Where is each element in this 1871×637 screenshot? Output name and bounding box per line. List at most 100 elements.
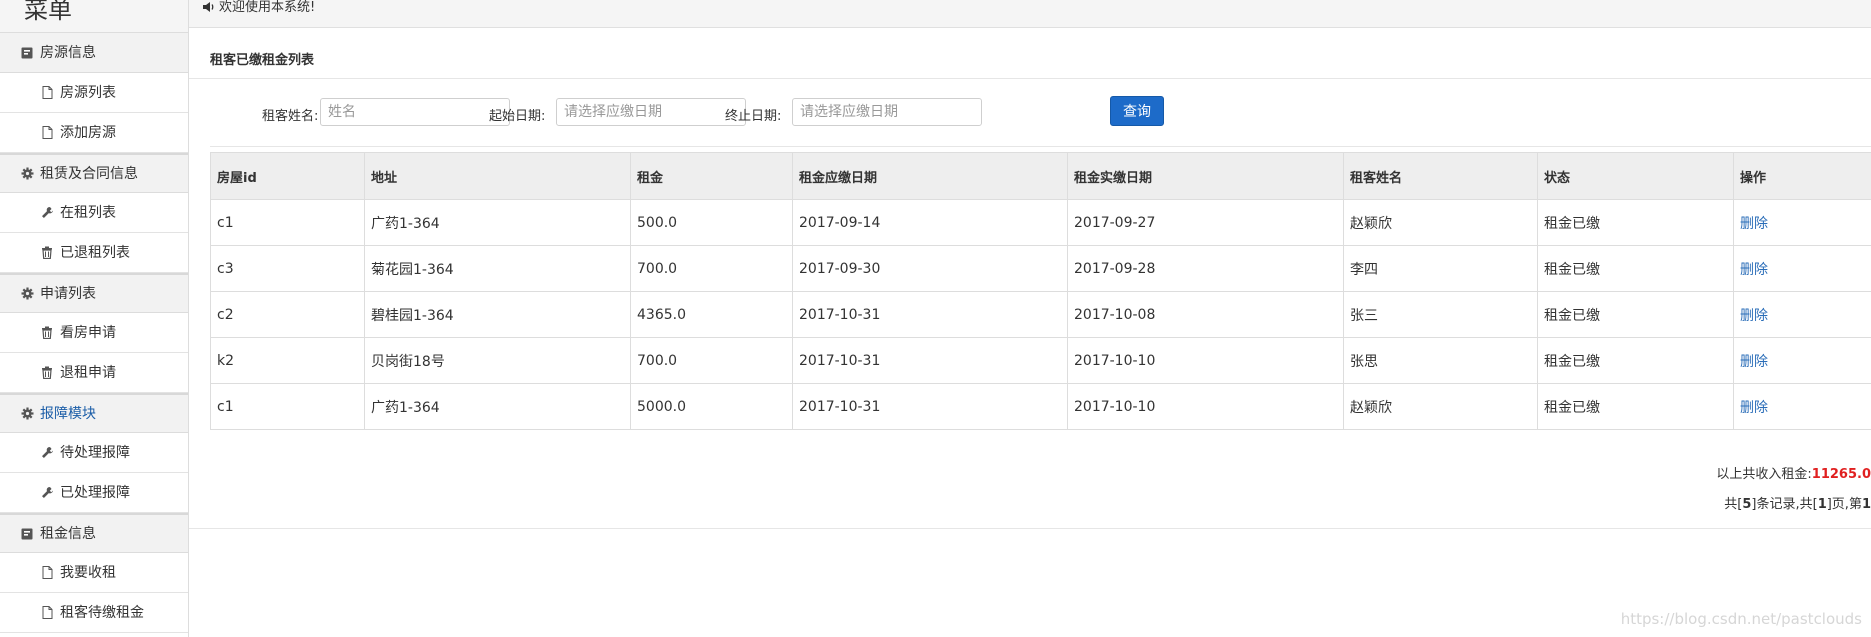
sidebar-item-label: 租客待缴租金 [60, 604, 144, 621]
sidebar-item[interactable]: 已退租列表 [0, 233, 188, 273]
table-cell: 删除 [1733, 291, 1871, 338]
sidebar-section-2[interactable]: 申请列表 [0, 273, 188, 313]
table-cell: 删除 [1733, 337, 1871, 384]
table-cell: 租金已缴 [1537, 383, 1734, 430]
sidebar-item[interactable]: 房源列表 [0, 73, 188, 113]
table-cell: 广药1-364 [364, 383, 631, 430]
divider [189, 528, 1871, 529]
menu-title: 菜单 [0, 0, 188, 33]
trash-icon [40, 366, 54, 380]
name-label: 租客姓名: [262, 109, 319, 124]
total-income: 以上共收入租金:11265.0 [1716, 463, 1871, 482]
table-cell: c1 [210, 383, 365, 430]
start-date-input[interactable] [556, 98, 746, 126]
watermark: https://blog.csdn.net/pastclouds [1620, 610, 1862, 628]
table-body: c1 广药1-364 500.0 2017-09-14 2017-09-27 赵颖欣 租金已… [210, 199, 1871, 430]
pager-text: 共[ [1724, 497, 1743, 512]
sidebar-section-label: 报障模块 [40, 405, 96, 422]
column-header: 状态 [1537, 152, 1734, 200]
sidebar-item[interactable]: 待处理报障 [0, 433, 188, 473]
sidebar-section-0[interactable]: 房源信息 [0, 33, 188, 73]
table-cell: 2017-10-08 [1067, 291, 1344, 338]
table-row: k2 贝岗街18号 700.0 2017-10-31 2017-10-10 张思 租金已缴删… [210, 337, 1871, 384]
sidebar-item-label: 在租列表 [60, 204, 116, 221]
column-header: 租金应缴日期 [792, 152, 1068, 200]
table-cell: 2017-09-28 [1067, 245, 1344, 292]
sidebar-section-label: 租赁及合同信息 [40, 165, 138, 182]
delete-link[interactable]: 删除 [1740, 400, 1768, 416]
current-page: 1 [1861, 497, 1871, 512]
column-header: 租金 [630, 152, 793, 200]
file-icon [40, 86, 54, 100]
table-cell: 700.0 [630, 337, 793, 384]
file-icon [40, 566, 54, 580]
wrench-icon [40, 486, 54, 500]
sidebar-item[interactable]: 租客待缴租金 [0, 593, 188, 633]
table-cell: 500.0 [630, 199, 793, 246]
sidebar-section-label: 申请列表 [40, 285, 96, 302]
table-cell: 删除 [1733, 383, 1871, 430]
gear-icon [20, 167, 34, 181]
sidebar-item-label: 退租申请 [60, 364, 116, 381]
welcome-text: 欢迎使用本系统! [219, 0, 316, 15]
table-cell: 租金已缴 [1537, 291, 1734, 338]
table-cell: 700.0 [630, 245, 793, 292]
search-button[interactable]: 查询 [1110, 96, 1164, 126]
sidebar-section-3[interactable]: 报障模块 [0, 393, 188, 433]
delete-link[interactable]: 删除 [1740, 354, 1768, 370]
sidebar-item[interactable]: 在租列表 [0, 193, 188, 233]
sidebar-section-label: 租金信息 [40, 525, 96, 542]
sidebar-item-label: 待处理报障 [60, 444, 130, 461]
gear-icon [20, 287, 34, 301]
column-header: 操作 [1733, 152, 1871, 200]
table-cell: c1 [210, 199, 365, 246]
main-content: 租客已缴租金列表 租客姓名: 起始日期: 终止日期: 查询 房屋id地址租金租金… [189, 28, 1871, 637]
sidebar-item[interactable]: 我要收租 [0, 553, 188, 593]
delete-link[interactable]: 删除 [1740, 262, 1768, 278]
table-cell: 张思 [1343, 337, 1538, 384]
table-row: c1 广药1-364 5000.0 2017-10-31 2017-10-10 赵颖欣 租金… [210, 383, 1871, 430]
table-cell: 贝岗街18号 [364, 337, 631, 384]
pager-text: ]条记录,共[ [1751, 497, 1818, 512]
table-cell: 删除 [1733, 245, 1871, 292]
table-row: c1 广药1-364 500.0 2017-09-14 2017-09-27 赵颖欣 租金已… [210, 199, 1871, 246]
sidebar-item-label: 已退租列表 [60, 244, 130, 261]
table-cell: 2017-09-14 [792, 199, 1068, 246]
table-cell: 2017-10-10 [1067, 337, 1344, 384]
rent-table: 房屋id 地址 租金 租金应缴日期 租金实缴日期 租客姓名 状态 操作 c1 广药1-364 50… [210, 152, 1871, 430]
sidebar-item[interactable]: 看房申请 [0, 313, 188, 353]
table-cell: c3 [210, 245, 365, 292]
table-cell: 5000.0 [630, 383, 793, 430]
sidebar-item-label: 房源列表 [60, 84, 116, 101]
total-amount: 11265.0 [1811, 467, 1871, 482]
table-cell: 2017-09-27 [1067, 199, 1344, 246]
sidebar-item[interactable]: 退租申请 [0, 353, 188, 393]
trash-icon [40, 326, 54, 340]
table-cell: k2 [210, 337, 365, 384]
table-cell: 菊花园1-364 [364, 245, 631, 292]
sidebar-item-label: 看房申请 [60, 324, 116, 341]
delete-link[interactable]: 删除 [1740, 308, 1768, 324]
table-cell: 李四 [1343, 245, 1538, 292]
table-cell: 租金已缴 [1537, 199, 1734, 246]
sidebar-item[interactable]: 添加房源 [0, 113, 188, 153]
name-input[interactable] [320, 98, 510, 126]
sidebar: 菜单 房源信息房源列表添加房源租赁及合同信息 在租列表已退租列表申请列表看房申请退… [0, 0, 189, 637]
end-date-input[interactable] [792, 98, 982, 126]
sidebar-section-1[interactable]: 租赁及合同信息 [0, 153, 188, 193]
end-date-label: 终止日期: [725, 109, 782, 124]
divider [189, 78, 1871, 79]
sidebar-item[interactable]: 已处理报障 [0, 473, 188, 513]
divider [210, 146, 1871, 147]
file-icon [40, 126, 54, 140]
column-header: 房屋id [210, 152, 365, 200]
sidebar-section-4[interactable]: 租金信息 [0, 513, 188, 553]
sidebar-item-label: 添加房源 [60, 124, 116, 141]
sidebar-section-label: 房源信息 [40, 44, 96, 61]
table-cell: 租金已缴 [1537, 337, 1734, 384]
table-cell: 2017-09-30 [792, 245, 1068, 292]
delete-link[interactable]: 删除 [1740, 216, 1768, 232]
sidebar-item-label: 我要收租 [60, 564, 116, 581]
column-header: 租金实缴日期 [1067, 152, 1344, 200]
sidebar-menu: 房源信息房源列表添加房源租赁及合同信息 在租列表已退租列表申请列表看房申请退租申请… [0, 33, 188, 633]
